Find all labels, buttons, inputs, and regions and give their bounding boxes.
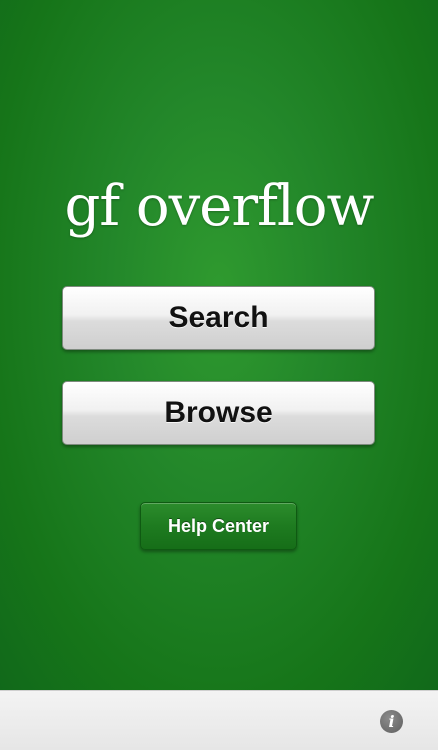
browse-button-label: Browse	[164, 396, 273, 429]
info-icon[interactable]: i	[380, 710, 403, 733]
search-button-label: Search	[168, 301, 269, 334]
app-logo: gf overflow	[64, 174, 375, 239]
search-button[interactable]: Search	[62, 286, 375, 350]
bottom-toolbar: i	[0, 690, 438, 750]
help-center-label: Help Center	[167, 515, 270, 536]
app-screen: gf overflow Search Browse Help Center i	[0, 0, 438, 750]
browse-button[interactable]: Browse	[62, 381, 375, 445]
help-center-button[interactable]: Help Center	[140, 502, 297, 550]
main-area: gf overflow Search Browse Help Center	[0, 0, 438, 690]
info-glyph: i	[388, 711, 395, 731]
